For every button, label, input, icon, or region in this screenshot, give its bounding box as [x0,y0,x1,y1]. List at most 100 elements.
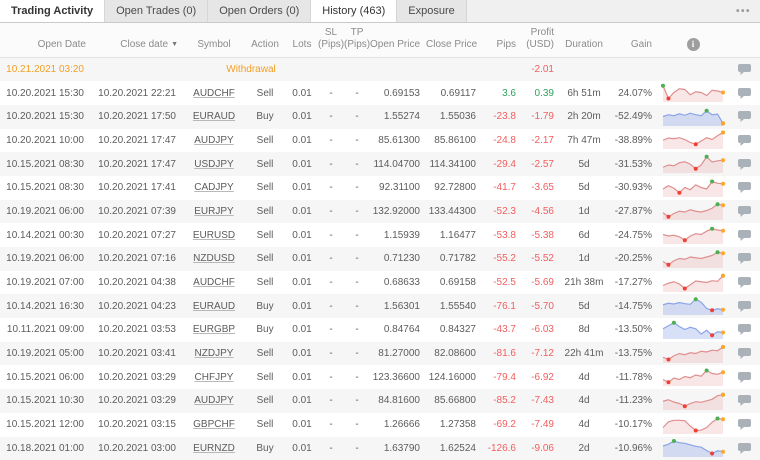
open-date-cell: 10.19.2021 05:00 [6,348,84,360]
comment-icon[interactable] [737,300,752,313]
tp-cell: - [355,158,359,170]
tab-open-trades-0[interactable]: Open Trades (0) [105,0,209,22]
col-header-profit[interactable]: Profit (USD) [522,23,560,58]
col-header-lots[interactable]: Lots [286,23,318,58]
trading-activity-panel: Trading Activity Open Trades (0) Open Orde… [0,0,760,460]
open-price-cell: 0.68633 [383,277,420,289]
col-header-close_price[interactable]: Close Price [426,23,482,58]
tp-cell: - [355,229,359,241]
comment-cell[interactable] [728,176,760,200]
col-header-open_date[interactable]: Open Date [0,23,92,58]
col-header-close_date[interactable]: Close date ▼ [92,23,184,58]
symbol-link[interactable]: EURGBP [193,324,235,335]
comment-cell[interactable] [728,413,760,437]
sparkline-cell [658,105,728,129]
comment-cell[interactable] [728,389,760,413]
comment-cell[interactable] [728,129,760,153]
tab-history-463[interactable]: History (463) [311,0,398,22]
tab-exposure[interactable]: Exposure [397,0,467,22]
symbol-link[interactable]: EURUSD [193,230,235,241]
comment-icon[interactable] [737,276,752,289]
comment-icon[interactable] [737,229,752,242]
comment-cell[interactable] [728,365,760,389]
info-icon[interactable]: i [686,38,700,51]
profit-cell: -2.17 [531,134,554,146]
comment-icon[interactable] [737,205,752,218]
tab-open-orders-0[interactable]: Open Orders (0) [208,0,312,22]
comment-cell[interactable] [728,437,760,460]
comment-cell[interactable] [728,58,760,82]
comment-icon[interactable] [737,87,752,100]
symbol-link[interactable]: AUDJPY [194,135,233,146]
tab-trading-activity[interactable]: Trading Activity [0,0,106,22]
comment-icon[interactable] [737,347,752,360]
col-header-pips[interactable]: Pips [482,23,522,58]
close-date-cell: 10.20.2021 07:39 [98,205,176,217]
symbol-link[interactable]: CHFJPY [195,372,234,383]
ellipsis-menu-icon[interactable]: ••• [727,0,760,22]
comment-icon[interactable] [737,158,752,171]
withdrawal-row: 10.21.2021 03:20 Withdrawal -2.01 [0,57,760,82]
sparkline-chart [661,83,725,103]
comment-icon[interactable] [737,418,752,431]
close-price-cell: 1.62524 [439,442,476,454]
comment-cell[interactable] [728,247,760,271]
comment-icon[interactable] [737,323,752,336]
sparkline-cell [658,81,728,105]
comment-icon[interactable] [737,252,752,265]
profit-cell: -5.69 [531,277,554,289]
comment-cell[interactable] [728,271,760,295]
sparkline-cell [658,342,728,366]
action-cell: Sell [256,419,274,431]
symbol-link[interactable]: AUDJPY [194,395,233,406]
col-header-open_price[interactable]: Open Price [370,23,426,58]
symbol-link[interactable]: EURAUD [193,111,235,122]
symbol-link[interactable]: EURJPY [194,206,233,217]
comment-cell[interactable] [728,223,760,247]
comment-icon[interactable] [737,110,752,123]
comment-cell[interactable] [728,152,760,176]
symbol-link[interactable]: NZDUSD [193,253,235,264]
action-cell: Sell [256,205,274,217]
comment-cell[interactable] [728,81,760,105]
symbol-link[interactable]: CADJPY [194,182,233,193]
symbol-link[interactable]: AUDCHF [193,88,235,99]
duration-cell: 4d [578,371,590,383]
col-header-action[interactable]: Action [244,23,286,58]
comment-icon[interactable] [737,371,752,384]
symbol-link[interactable]: GBPCHF [193,419,235,430]
comment-icon[interactable] [737,394,752,407]
sparkline-chart [662,250,725,268]
symbol-link[interactable]: AUDCHF [193,277,235,288]
profit-cell: -6.03 [531,324,554,336]
comment-cell[interactable] [728,294,760,318]
symbol-link[interactable]: EURAUD [193,301,235,312]
comment-cell[interactable] [728,105,760,129]
trade-row: 10.19.2021 07:00 10.20.2021 04:38 AUDCHF Se… [0,270,760,295]
comment-cell[interactable] [728,318,760,342]
pips-cell: -76.1 [493,300,516,312]
tab-bar: Trading Activity Open Trades (0) Open Orde… [0,0,760,23]
col-header-duration[interactable]: Duration [560,23,608,58]
col-label: Open Price [370,39,421,50]
tp-cell: - [355,111,359,123]
comment-icon[interactable] [737,442,752,455]
symbol-link[interactable]: EURNZD [193,443,235,454]
comment-cell[interactable] [728,200,760,224]
col-header-sl[interactable]: SL (Pips) [318,23,344,58]
col-header-chart[interactable]: i [658,23,728,58]
comment-icon[interactable] [737,181,752,194]
col-label-2: (USD) [526,39,554,50]
close-price-cell: 133.44300 [428,205,476,217]
col-header-symbol[interactable]: Symbol [184,23,244,58]
withdrawal-close-date-empty [92,58,184,82]
symbol-cell: CADJPY [184,176,244,200]
col-header-tp[interactable]: TP (Pips) [344,23,370,58]
symbol-link[interactable]: NZDJPY [195,348,234,359]
symbol-link[interactable]: USDJPY [194,159,233,170]
comment-icon[interactable] [737,63,752,76]
col-header-gain[interactable]: Gain [608,23,658,58]
comment-icon[interactable] [737,134,752,147]
comment-cell[interactable] [728,342,760,366]
col-label: Duration [565,39,603,50]
